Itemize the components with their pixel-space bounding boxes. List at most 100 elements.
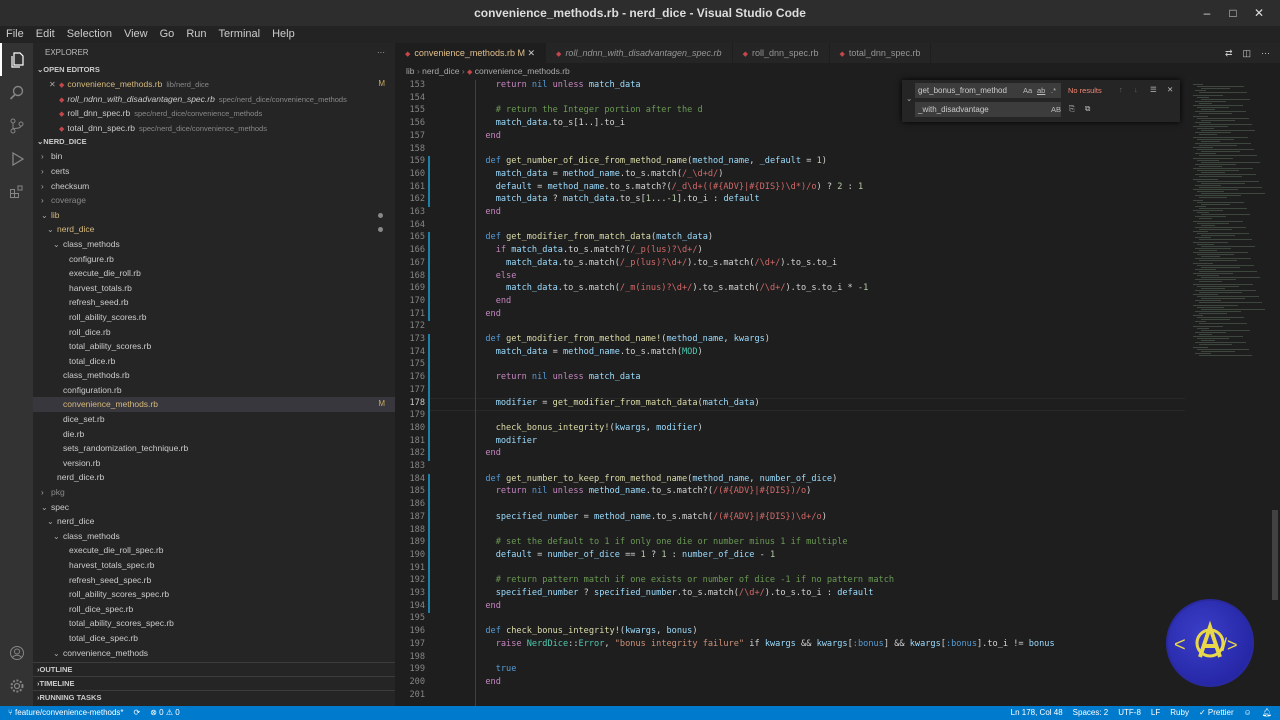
open-editor-item[interactable]: ✕ ◆ convenience_methods.rb lib/nerd_dice M — [33, 77, 395, 92]
language-mode[interactable]: Ruby — [1170, 706, 1189, 720]
code-line[interactable]: end — [475, 309, 501, 319]
file-item[interactable]: harvest_totals.rb — [33, 281, 395, 296]
code-line[interactable]: match_data.to_s.match(/_p(lus)?\d+/).to_… — [475, 258, 837, 268]
file-item[interactable]: total_dice_spec.rb — [33, 631, 395, 646]
previous-match-icon[interactable]: ↑ — [1119, 85, 1123, 94]
code-line[interactable]: specified_number ? specified_number.to_s… — [475, 588, 874, 598]
source-control-icon[interactable] — [0, 109, 33, 142]
folder-item[interactable]: › checksum — [33, 179, 395, 194]
folder-item[interactable]: ⌄ class_methods — [33, 237, 395, 252]
code-line[interactable]: end — [475, 601, 501, 611]
breadcrumb-nerd-dice[interactable]: nerd_dice — [422, 66, 459, 76]
code-line[interactable]: end — [475, 448, 501, 458]
file-item[interactable]: execute_die_roll.rb — [33, 266, 395, 281]
file-item[interactable]: nerd_dice.rb — [33, 470, 395, 485]
code-line[interactable]: match_data ? match_data.to_s[1...-1].to_… — [475, 194, 760, 204]
code-line[interactable]: if match_data.to_s.match?(/_p(lus)?\d+/) — [475, 245, 703, 255]
menu-run[interactable]: Run — [180, 26, 212, 43]
code-line[interactable]: def get_number_of_dice_from_method_name(… — [475, 156, 827, 166]
file-item[interactable]: refresh_seed.rb — [33, 295, 395, 310]
close-find-icon[interactable]: ✕ — [1167, 85, 1173, 94]
editor-tab[interactable]: ◆ convenience_methods.rb M ✕ — [395, 43, 547, 63]
outline-section[interactable]: ›OUTLINE — [33, 662, 395, 676]
editor-tab[interactable]: ◆ roll_dnn_spec.rb — [733, 43, 830, 63]
regex-option[interactable]: .* — [1051, 86, 1056, 95]
explorer-icon[interactable] — [0, 43, 33, 76]
menu-edit[interactable]: Edit — [30, 26, 61, 43]
menu-file[interactable]: File — [0, 26, 30, 43]
next-match-icon[interactable]: ↓ — [1134, 85, 1138, 94]
git-change-marker[interactable] — [428, 473, 430, 614]
preserve-case-option[interactable]: AB — [1051, 105, 1061, 114]
project-section[interactable]: ⌄NERD_DICE — [33, 135, 395, 149]
code-line[interactable]: def get_modifier_from_method_name!(metho… — [475, 334, 770, 344]
code-line[interactable]: else — [475, 271, 517, 281]
file-item[interactable]: roll_dice_spec.rb — [33, 602, 395, 617]
prettier-status[interactable]: ✓ Prettier — [1199, 706, 1234, 720]
problems-count[interactable]: ⊗ 0 ⚠ 0 — [150, 706, 179, 720]
indentation[interactable]: Spaces: 2 — [1073, 706, 1109, 720]
file-item[interactable]: refresh_seed_spec.rb — [33, 573, 395, 588]
replace-input[interactable]: _with_disadvantage — [915, 102, 1061, 117]
breadcrumb-file[interactable]: convenience_methods.rb — [475, 66, 570, 76]
code-line[interactable]: end — [475, 296, 512, 306]
code-line[interactable]: true — [475, 664, 517, 674]
close-window-button[interactable]: ✕ — [1246, 0, 1272, 26]
file-item[interactable]: convenience_methods.rb M — [33, 397, 395, 413]
close-editor-icon[interactable]: ✕ — [49, 78, 59, 93]
file-item[interactable]: roll_ability_scores_spec.rb — [33, 587, 395, 602]
end-of-line[interactable]: LF — [1151, 706, 1160, 720]
folder-item[interactable]: › certs — [33, 164, 395, 179]
git-change-marker[interactable] — [428, 156, 430, 207]
file-item[interactable]: roll_dice.rb — [33, 325, 395, 340]
vertical-scrollbar[interactable] — [1270, 80, 1280, 706]
accounts-icon[interactable] — [0, 636, 33, 669]
code-line[interactable]: specified_number = method_name.to_s.matc… — [475, 512, 827, 522]
find-in-selection-icon[interactable]: ☰ — [1150, 85, 1157, 94]
file-item[interactable]: total_ability_scores_spec.rb — [33, 616, 395, 631]
file-item[interactable]: execute_die_roll_spec.rb — [33, 543, 395, 558]
match-case-option[interactable]: Aa — [1023, 86, 1032, 95]
git-branch[interactable]: ⑂ feature/convenience-methods* — [8, 706, 124, 720]
breadcrumb-lib[interactable]: lib — [406, 66, 415, 76]
notifications-icon[interactable]: 🔔︎ — [1262, 706, 1272, 720]
extensions-icon[interactable] — [0, 175, 33, 208]
file-item[interactable]: class_methods.rb — [33, 368, 395, 383]
code-line[interactable]: end — [475, 207, 501, 217]
folder-item[interactable]: › coverage — [33, 193, 395, 208]
more-actions-button[interactable]: ··· — [377, 43, 385, 63]
open-editor-item[interactable]: ◆ total_dnn_spec.rb spec/nerd_dice/conveni… — [33, 121, 395, 136]
file-item[interactable]: die.rb — [33, 427, 395, 442]
file-item[interactable]: sets_randomization_technique.rb — [33, 441, 395, 456]
code-line[interactable]: # set the default to 1 if only one die o… — [475, 537, 848, 547]
run-debug-icon[interactable] — [0, 142, 33, 175]
folder-item[interactable]: › bin — [33, 149, 395, 164]
open-changes-icon[interactable]: ⇄ — [1225, 43, 1233, 63]
sync-button[interactable]: ⟳ — [134, 706, 141, 720]
cursor-position[interactable]: Ln 178, Col 48 — [1011, 706, 1063, 720]
code-line[interactable]: default = number_of_dice == 1 ? 1 : numb… — [475, 550, 775, 560]
file-item[interactable]: configure.rb — [33, 252, 395, 267]
file-item[interactable]: total_dice.rb — [33, 354, 395, 369]
code-line[interactable]: return nil unless match_data — [475, 80, 641, 90]
code-line[interactable]: match_data = method_name.to_s.match(/_\d… — [475, 169, 724, 179]
whole-word-option[interactable]: ab — [1037, 86, 1045, 95]
running-tasks-section[interactable]: ›RUNNING TASKS — [33, 690, 395, 704]
code-editor[interactable]: 153 return nil unless match_data 154 155 #… — [395, 80, 1185, 706]
more-tab-actions-icon[interactable]: ··· — [1261, 43, 1270, 63]
file-item[interactable]: roll_ability_scores.rb — [33, 310, 395, 325]
folder-item[interactable]: ⌄ nerd_dice — [33, 222, 395, 237]
split-editor-icon[interactable]: ◫ — [1242, 43, 1251, 63]
menu-terminal[interactable]: Terminal — [213, 26, 267, 43]
code-line[interactable]: end — [475, 677, 501, 687]
folder-item[interactable]: ⌄ class_methods — [33, 529, 395, 544]
file-item[interactable]: configuration.rb — [33, 383, 395, 398]
code-line[interactable]: # return pattern match if one exists or … — [475, 575, 894, 585]
feedback-icon[interactable]: ☺ — [1244, 706, 1252, 720]
encoding[interactable]: UTF-8 — [1118, 706, 1141, 720]
code-line[interactable]: return nil unless match_data — [475, 372, 641, 382]
folder-item[interactable]: ⌄ lib — [33, 208, 395, 223]
folder-item[interactable]: ⌄ nerd_dice — [33, 514, 395, 529]
git-change-marker[interactable] — [428, 334, 430, 461]
code-line[interactable]: modifier = get_modifier_from_match_data(… — [475, 398, 760, 408]
